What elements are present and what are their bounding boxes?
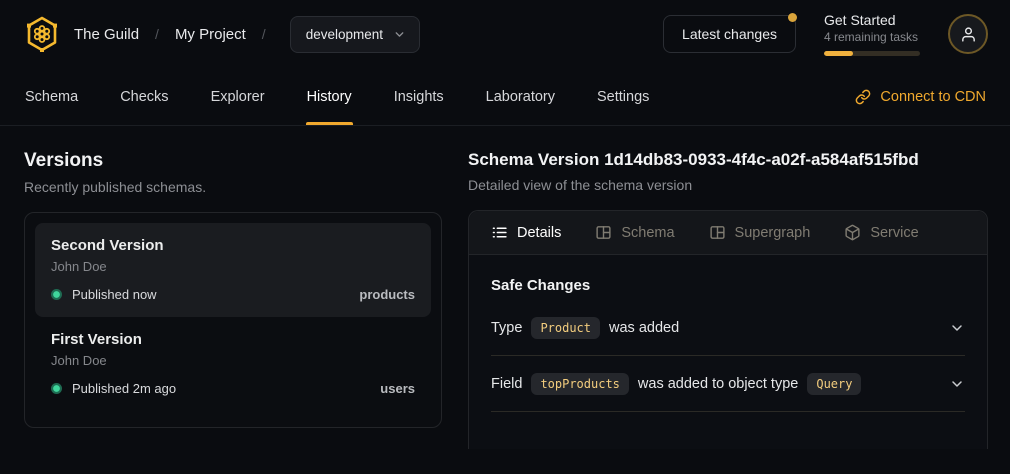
code-badge: Query [807,373,861,395]
code-badge: topProducts [531,373,628,395]
version-item[interactable]: Second Version John Doe Published now produ… [35,223,431,317]
detail-tab-label: Service [870,225,918,241]
change-text: Field [491,376,522,392]
nav-tabs: Schema Checks Explorer History Insights Labor… [24,68,650,125]
detail-tab-schema[interactable]: Schema [595,224,674,241]
tab-checks[interactable]: Checks [119,68,169,125]
detail-tab-label: Details [517,225,561,241]
user-avatar[interactable] [948,14,988,54]
detail-tabbar: Details Schema Supergraph Service [469,211,987,255]
detail-tab-label: Schema [621,225,674,241]
code-badge: Product [531,317,600,339]
change-row[interactable]: Type Product was added [491,300,965,356]
version-author: John Doe [51,259,415,274]
version-item[interactable]: First Version John Doe Published 2m ago use… [35,317,431,411]
cube-icon [844,224,861,241]
connect-cdn-label: Connect to CDN [880,89,986,105]
detail-tab-supergraph[interactable]: Supergraph [709,224,811,241]
app-header: The Guild / My Project / development Lat… [0,0,1010,68]
changes-section-title: Safe Changes [491,277,965,294]
service-name: users [380,381,415,396]
detail-content: Safe Changes Type Product was added Fieldto… [469,255,987,412]
change-text: was added [609,320,679,336]
main-content: Versions Recently published schemas. Sec… [0,126,1010,449]
versions-list: Second Version John Doe Published now produ… [24,212,442,428]
breadcrumb: The Guild / My Project / development [24,15,420,53]
chevron-down-icon [393,28,406,41]
chevron-down-icon [949,320,965,336]
version-detail-title: Schema Version 1d14db83-0933-4f4c-a02f-a… [468,150,988,170]
detail-tab-service[interactable]: Service [844,224,918,241]
tab-settings[interactable]: Settings [596,68,650,125]
breadcrumb-separator: / [155,26,159,42]
version-name: First Version [51,331,415,348]
columns-icon [709,224,726,241]
version-name: Second Version [51,237,415,254]
get-started-progress [824,51,920,56]
published-status-icon [51,289,62,300]
breadcrumb-separator: / [262,26,266,42]
tab-laboratory[interactable]: Laboratory [485,68,556,125]
version-detail-card: Details Schema Supergraph Service Safe Chan… [468,210,988,449]
versions-subtitle: Recently published schemas. [24,179,442,195]
versions-panel: Versions Recently published schemas. Sec… [24,150,442,449]
target-selector[interactable]: development [290,16,420,53]
tab-history[interactable]: History [306,68,353,125]
get-started-widget[interactable]: Get Started 4 remaining tasks [824,12,920,56]
get-started-title: Get Started [824,12,920,28]
published-status-icon [51,383,62,394]
tab-insights[interactable]: Insights [393,68,445,125]
changes-list: Type Product was added Field topProducts was … [491,300,965,412]
columns-icon [595,224,612,241]
breadcrumb-org[interactable]: The Guild [74,26,139,43]
detail-tab-label: Supergraph [735,225,811,241]
project-nav: Schema Checks Explorer History Insights Labor… [0,68,1010,126]
version-detail-subtitle: Detailed view of the schema version [468,177,988,193]
versions-title: Versions [24,150,442,172]
published-time: Published 2m ago [72,381,176,396]
tab-schema[interactable]: Schema [24,68,79,125]
chevron-down-icon [949,376,965,392]
get-started-subtitle: 4 remaining tasks [824,30,920,44]
connect-cdn-button[interactable]: Connect to CDN [855,68,986,125]
list-icon [491,224,508,241]
version-detail-panel: Schema Version 1d14db83-0933-4f4c-a02f-a… [468,150,988,449]
service-name: products [359,287,415,302]
version-author: John Doe [51,353,415,368]
tab-explorer[interactable]: Explorer [210,68,266,125]
latest-changes-button[interactable]: Latest changes [663,15,796,53]
breadcrumb-project[interactable]: My Project [175,26,246,43]
guild-hive-logo-icon [24,15,60,53]
notification-dot [788,13,797,22]
change-row[interactable]: Field topProducts was added to object type… [491,356,965,412]
change-text: Type [491,320,522,336]
user-icon [960,26,977,43]
progress-fill [824,51,853,56]
detail-tab-details[interactable]: Details [491,224,561,241]
link-icon [855,89,871,105]
change-text: was added to object type [638,376,798,392]
published-time: Published now [72,287,157,302]
expand-chevron[interactable] [949,320,965,336]
expand-chevron[interactable] [949,376,965,392]
target-selector-value: development [306,27,383,42]
latest-changes-label: Latest changes [682,26,777,42]
